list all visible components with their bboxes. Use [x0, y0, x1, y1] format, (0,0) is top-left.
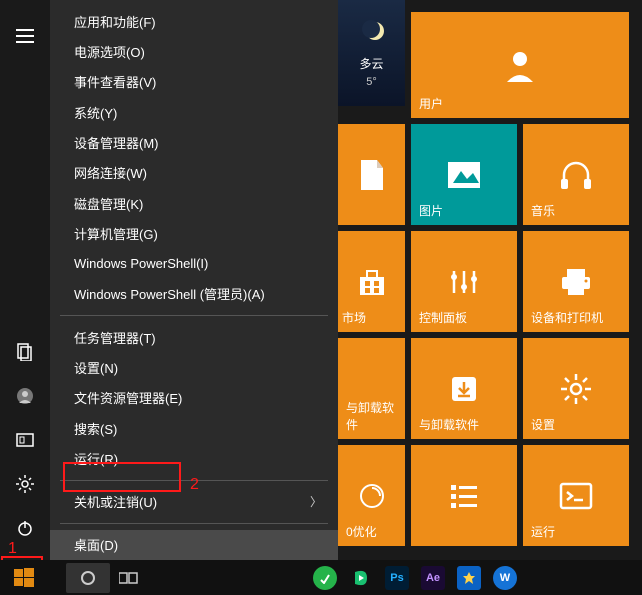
- menu-device-manager[interactable]: 设备管理器(M): [50, 127, 338, 157]
- windows-logo-icon: [14, 568, 34, 588]
- menu-run[interactable]: 运行(R): [50, 443, 338, 473]
- tile-partial-optimize[interactable]: 0优化: [338, 445, 405, 546]
- pictures-rail-icon[interactable]: [0, 418, 50, 462]
- start-menu-panel: 应用和功能(F) 电源选项(O) 事件查看器(V) 系统(Y) 设备管理器(M)…: [0, 0, 642, 560]
- start-tiles-area: 多云 5° 用户 图片 音乐: [338, 0, 642, 560]
- tile-control-panel[interactable]: 控制面板: [411, 231, 517, 332]
- menu-desktop[interactable]: 桌面(D): [50, 530, 338, 560]
- picture-icon: [447, 124, 481, 225]
- documents-rail-icon[interactable]: [0, 330, 50, 374]
- moon-icon: [357, 19, 387, 49]
- list-icon: [449, 445, 479, 546]
- taskbar-app-aftereffects[interactable]: Ae: [416, 563, 450, 593]
- document-icon: [357, 124, 387, 225]
- tile-pictures[interactable]: 图片: [411, 124, 517, 225]
- taskbar-app-wps[interactable]: W: [488, 563, 522, 593]
- tile-download[interactable]: 与卸载软件: [411, 338, 517, 439]
- winx-context-menu: 应用和功能(F) 电源选项(O) 事件查看器(V) 系统(Y) 设备管理器(M)…: [50, 0, 338, 560]
- tile-settings[interactable]: 设置: [523, 338, 629, 439]
- taskbar: Ps Ae W: [0, 560, 642, 595]
- weather-temp: 5°: [366, 76, 377, 88]
- menu-powershell[interactable]: Windows PowerShell(I): [50, 249, 338, 279]
- headphones-icon: [558, 124, 594, 225]
- tile-run[interactable]: 运行: [523, 445, 629, 546]
- tile-weather[interactable]: 多云 5°: [338, 0, 405, 106]
- terminal-icon: [559, 445, 593, 546]
- weather-cond: 多云: [359, 55, 383, 72]
- taskbar-app-video[interactable]: [344, 563, 378, 593]
- tile-music[interactable]: 音乐: [523, 124, 629, 225]
- start-button[interactable]: [4, 560, 44, 595]
- taskbar-app-360[interactable]: [308, 563, 342, 593]
- chevron-right-icon: 〉: [310, 493, 322, 510]
- menu-task-manager[interactable]: 任务管理器(T): [50, 322, 338, 352]
- menu-separator: [60, 480, 328, 481]
- settings-rail-icon[interactable]: [0, 462, 50, 506]
- taskbar-taskview[interactable]: [112, 563, 146, 593]
- menu-settings[interactable]: 设置(N): [50, 352, 338, 382]
- tile-user[interactable]: 用户: [411, 12, 629, 118]
- menu-shutdown-signout[interactable]: 关机或注销(U)〉: [50, 487, 338, 517]
- user-rail-icon[interactable]: [0, 374, 50, 418]
- menu-search[interactable]: 搜索(S): [50, 413, 338, 443]
- tile-partial-left4[interactable]: 与卸载软件: [338, 338, 405, 439]
- menu-computer-management[interactable]: 计算机管理(G): [50, 218, 338, 248]
- menu-system[interactable]: 系统(Y): [50, 97, 338, 127]
- tile-partial-doc[interactable]: [338, 124, 405, 225]
- hamburger-icon[interactable]: [0, 14, 50, 58]
- menu-separator: [60, 523, 328, 524]
- menu-network-connections[interactable]: 网络连接(W): [50, 158, 338, 188]
- tile-partial-store[interactable]: 市场: [338, 231, 405, 332]
- menu-powershell-admin[interactable]: Windows PowerShell (管理员)(A): [50, 279, 338, 309]
- tile-partial-mid5[interactable]: [411, 445, 517, 546]
- menu-event-viewer[interactable]: 事件查看器(V): [50, 67, 338, 97]
- person-icon: [501, 12, 539, 118]
- menu-apps-features[interactable]: 应用和功能(F): [50, 6, 338, 36]
- taskbar-cortana[interactable]: [66, 563, 110, 593]
- menu-file-explorer[interactable]: 文件资源管理器(E): [50, 383, 338, 413]
- start-left-rail: [0, 0, 50, 560]
- menu-power-options[interactable]: 电源选项(O): [50, 36, 338, 66]
- gear-icon: [559, 338, 593, 439]
- taskbar-app-photoshop[interactable]: Ps: [380, 563, 414, 593]
- power-rail-icon[interactable]: [0, 506, 50, 550]
- menu-separator: [60, 315, 328, 316]
- tile-devices-printers[interactable]: 设备和打印机: [523, 231, 629, 332]
- taskbar-app-star[interactable]: [452, 563, 486, 593]
- menu-disk-management[interactable]: 磁盘管理(K): [50, 188, 338, 218]
